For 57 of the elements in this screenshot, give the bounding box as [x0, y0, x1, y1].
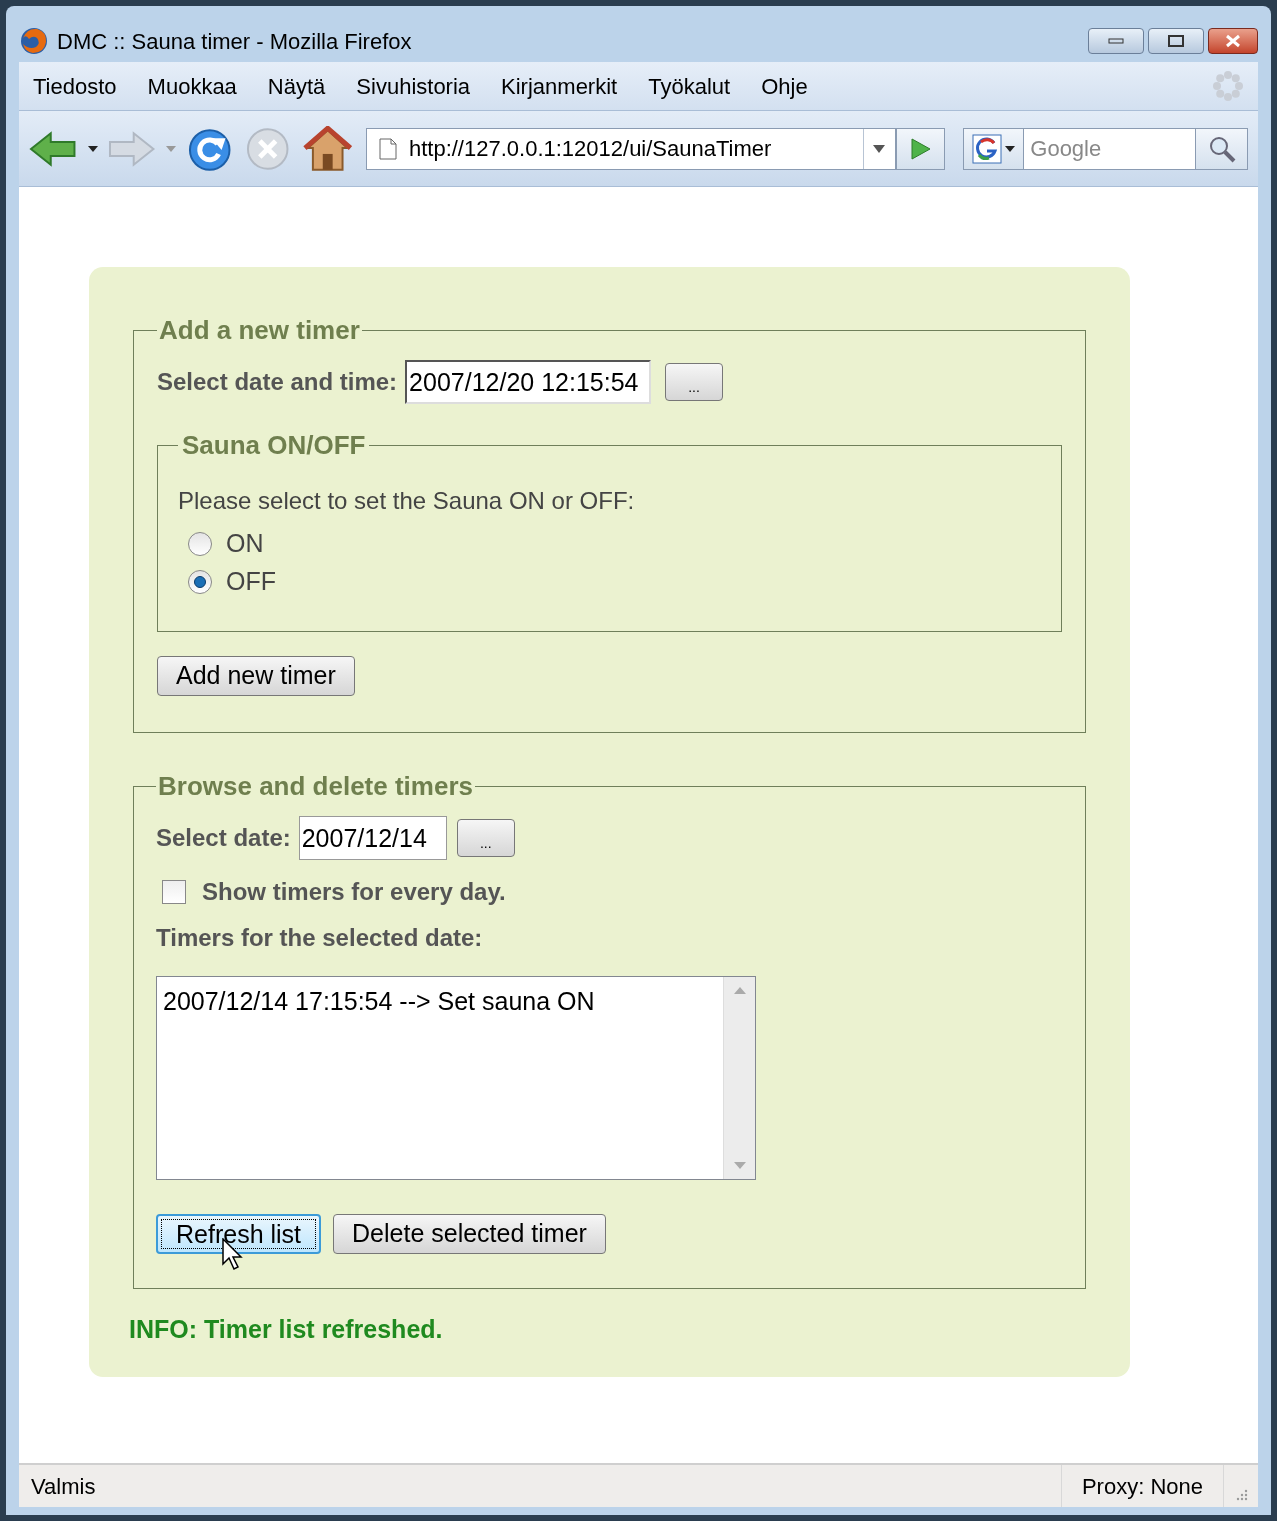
page-icon [378, 137, 397, 160]
search-bar[interactable]: Google [963, 127, 1248, 170]
menu-item[interactable]: Muokkaa [147, 69, 237, 103]
delete-button[interactable]: Delete selected timer [333, 1214, 606, 1254]
add-timer-button[interactable]: Add new timer [157, 656, 355, 696]
proxy-status: Proxy: None [1060, 1465, 1224, 1507]
date-picker-button[interactable]: ... [665, 363, 724, 401]
field-label: Select date and time: [157, 367, 398, 397]
go-button[interactable] [895, 127, 946, 170]
resize-grip-icon [1234, 1487, 1248, 1501]
g-logo-icon [972, 133, 1003, 164]
menu-item[interactable]: Näytä [267, 69, 326, 103]
field-label: Select date: [156, 823, 291, 853]
search-icon [1207, 134, 1236, 163]
minimize-icon [1108, 38, 1124, 44]
menu-item[interactable]: Tiedosto [33, 69, 117, 103]
menu-item[interactable]: Työkalut [648, 69, 731, 103]
radio-button[interactable] [188, 570, 212, 594]
info-message: INFO: Timer list refreshed. [129, 1314, 444, 1345]
group-legend: Browse and delete timers [156, 767, 475, 806]
refresh-button[interactable]: Refresh list [156, 1214, 322, 1254]
radio-label: ON [226, 528, 264, 560]
close-icon [1225, 34, 1241, 48]
list-label: Timers for the selected date: [156, 923, 484, 953]
maximize-icon [1168, 35, 1184, 47]
menu-item[interactable]: Kirjanmerkit [501, 69, 618, 103]
timer-list-item[interactable]: 2007/12/14 17:15:54 --> Set sauna ON [163, 983, 717, 1021]
search-button[interactable] [1195, 128, 1247, 169]
search-engine-button[interactable] [964, 128, 1025, 169]
prompt-text: Please select to set the Sauna ON or OFF: [178, 486, 636, 516]
radio-label: OFF [226, 566, 276, 598]
minimize-button[interactable] [1088, 28, 1144, 54]
menu-item[interactable]: Ohje [761, 69, 808, 103]
checkbox[interactable] [162, 880, 186, 904]
url-text: http://127.0.0.1:12012/ui/SaunaTimer [408, 135, 772, 163]
group-legend: Sauna ON/OFF [178, 426, 370, 465]
play-icon [909, 136, 932, 161]
throbber-icon [1212, 70, 1244, 102]
radio-button[interactable] [188, 532, 212, 556]
menu-item[interactable]: Sivuhistoria [356, 69, 471, 103]
date-picker-button[interactable]: ... [456, 819, 515, 857]
group-legend: Add a new timer [157, 311, 362, 350]
caret-icon [1005, 145, 1016, 152]
date-time-field[interactable]: 2007/12/20 12:15:54 [405, 360, 652, 404]
date-field[interactable]: 2007/12/14 [298, 816, 447, 860]
status-text: Valmis [30, 1472, 97, 1501]
timer-list[interactable]: 2007/12/14 17:15:54 --> Set sauna ON [156, 976, 756, 1180]
search-field[interactable]: Google [1024, 132, 1195, 165]
address-bar[interactable]: http://127.0.0.1:12012/ui/SaunaTimer [365, 127, 896, 170]
caret-icon [873, 144, 886, 153]
caret-icon[interactable] [88, 145, 99, 152]
close-button[interactable] [1208, 28, 1258, 54]
maximize-button[interactable] [1148, 28, 1204, 54]
home-icon[interactable] [302, 125, 352, 172]
window-title: DMC :: Sauna timer - Mozilla Firefox [57, 27, 412, 56]
firefox-logo-icon [19, 26, 49, 56]
checkbox-label: Show timers for every day. [202, 877, 506, 907]
